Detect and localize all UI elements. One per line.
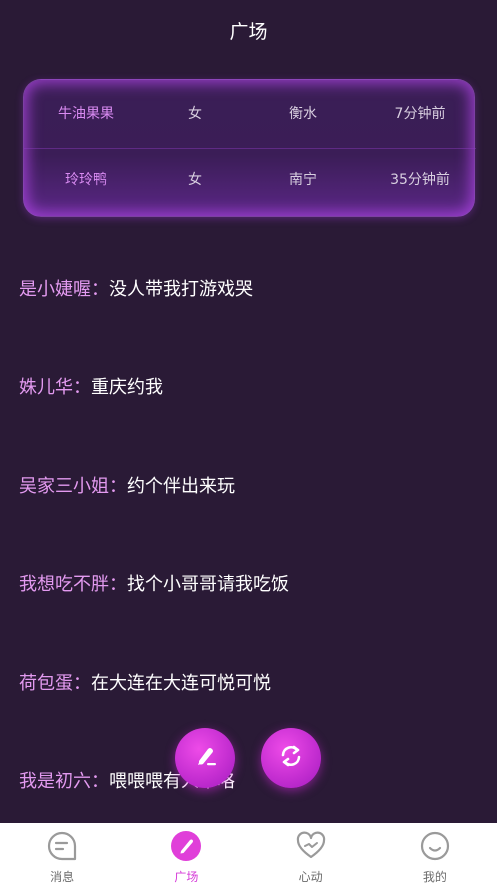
recent-user-time: 7分钟前 (394, 106, 446, 122)
tab-label: 我的 (422, 870, 447, 883)
recent-users-card: 牛油果果 女 衡水 7分钟前 玲玲鸭 女 南宁 35分钟前 (23, 79, 476, 217)
page-title: 广场 (229, 20, 268, 43)
recent-user-row[interactable]: 玲玲鸭 女 南宁 35分钟前 (24, 146, 476, 212)
feed-nickname: 姝儿华 (19, 377, 73, 398)
feed-nickname: 荷包蛋 (19, 673, 73, 694)
feed-item[interactable]: 是小婕喔：没人带我打游戏哭 (19, 270, 253, 310)
edit-pen-icon (190, 741, 220, 775)
message-icon (46, 830, 78, 862)
tab-square[interactable]: 广场 (124, 823, 248, 883)
recent-user-row[interactable]: 牛油果果 女 衡水 7分钟前 (24, 80, 476, 146)
feed-item[interactable]: 荷包蛋：在大连在大连可悦可悦 (19, 664, 271, 704)
feed-colon: ： (91, 771, 109, 792)
refresh-icon (276, 741, 306, 775)
feed-nickname: 是小婕喔 (19, 279, 91, 300)
feed-colon: ： (73, 673, 91, 694)
feed-item[interactable]: 我想吃不胖：找个小哥哥请我吃饭 (19, 565, 289, 605)
feed-message: 没人带我打游戏哭 (109, 279, 253, 300)
feed-nickname: 我想吃不胖 (19, 574, 109, 595)
tab-messages[interactable]: 消息 (0, 823, 124, 883)
feed-nickname: 吴家三小姐 (19, 476, 109, 497)
feed-colon: ： (109, 476, 127, 497)
post-button[interactable] (175, 728, 235, 788)
feed-colon: ： (109, 574, 127, 595)
feed-message: 在大连在大连可悦可悦 (91, 673, 271, 694)
recent-user-gender: 女 (188, 106, 202, 122)
recent-user-time: 35分钟前 (390, 172, 450, 188)
feed-message: 找个小哥哥请我吃饭 (127, 574, 289, 595)
recent-user-name: 玲玲鸭 (65, 172, 107, 188)
feed-item[interactable]: 吴家三小姐：约个伴出来玩 (19, 467, 235, 507)
smile-icon (419, 830, 451, 862)
page-header: 广场 (0, 0, 497, 60)
recent-user-gender: 女 (188, 172, 202, 188)
feed-nickname: 我是初六 (19, 771, 91, 792)
heart-icon (295, 830, 327, 862)
square-pen-icon (170, 830, 202, 862)
tab-label: 心动 (298, 870, 323, 883)
feed-message: 重庆约我 (91, 377, 163, 398)
tab-heartbeat[interactable]: 心动 (249, 823, 373, 883)
tab-label: 广场 (174, 870, 199, 883)
recent-user-city: 衡水 (289, 106, 317, 122)
tab-mine[interactable]: 我的 (373, 823, 497, 883)
feed-message: 约个伴出来玩 (127, 476, 235, 497)
tab-label: 消息 (50, 870, 75, 883)
bottom-tab-bar: 消息 广场 心动 我的 (0, 823, 497, 883)
recent-user-name: 牛油果果 (58, 106, 114, 122)
recent-user-city: 南宁 (289, 172, 317, 188)
feed-colon: ： (91, 279, 109, 300)
refresh-button[interactable] (261, 728, 321, 788)
feed-colon: ： (73, 377, 91, 398)
feed-item[interactable]: 姝儿华：重庆约我 (19, 368, 163, 408)
